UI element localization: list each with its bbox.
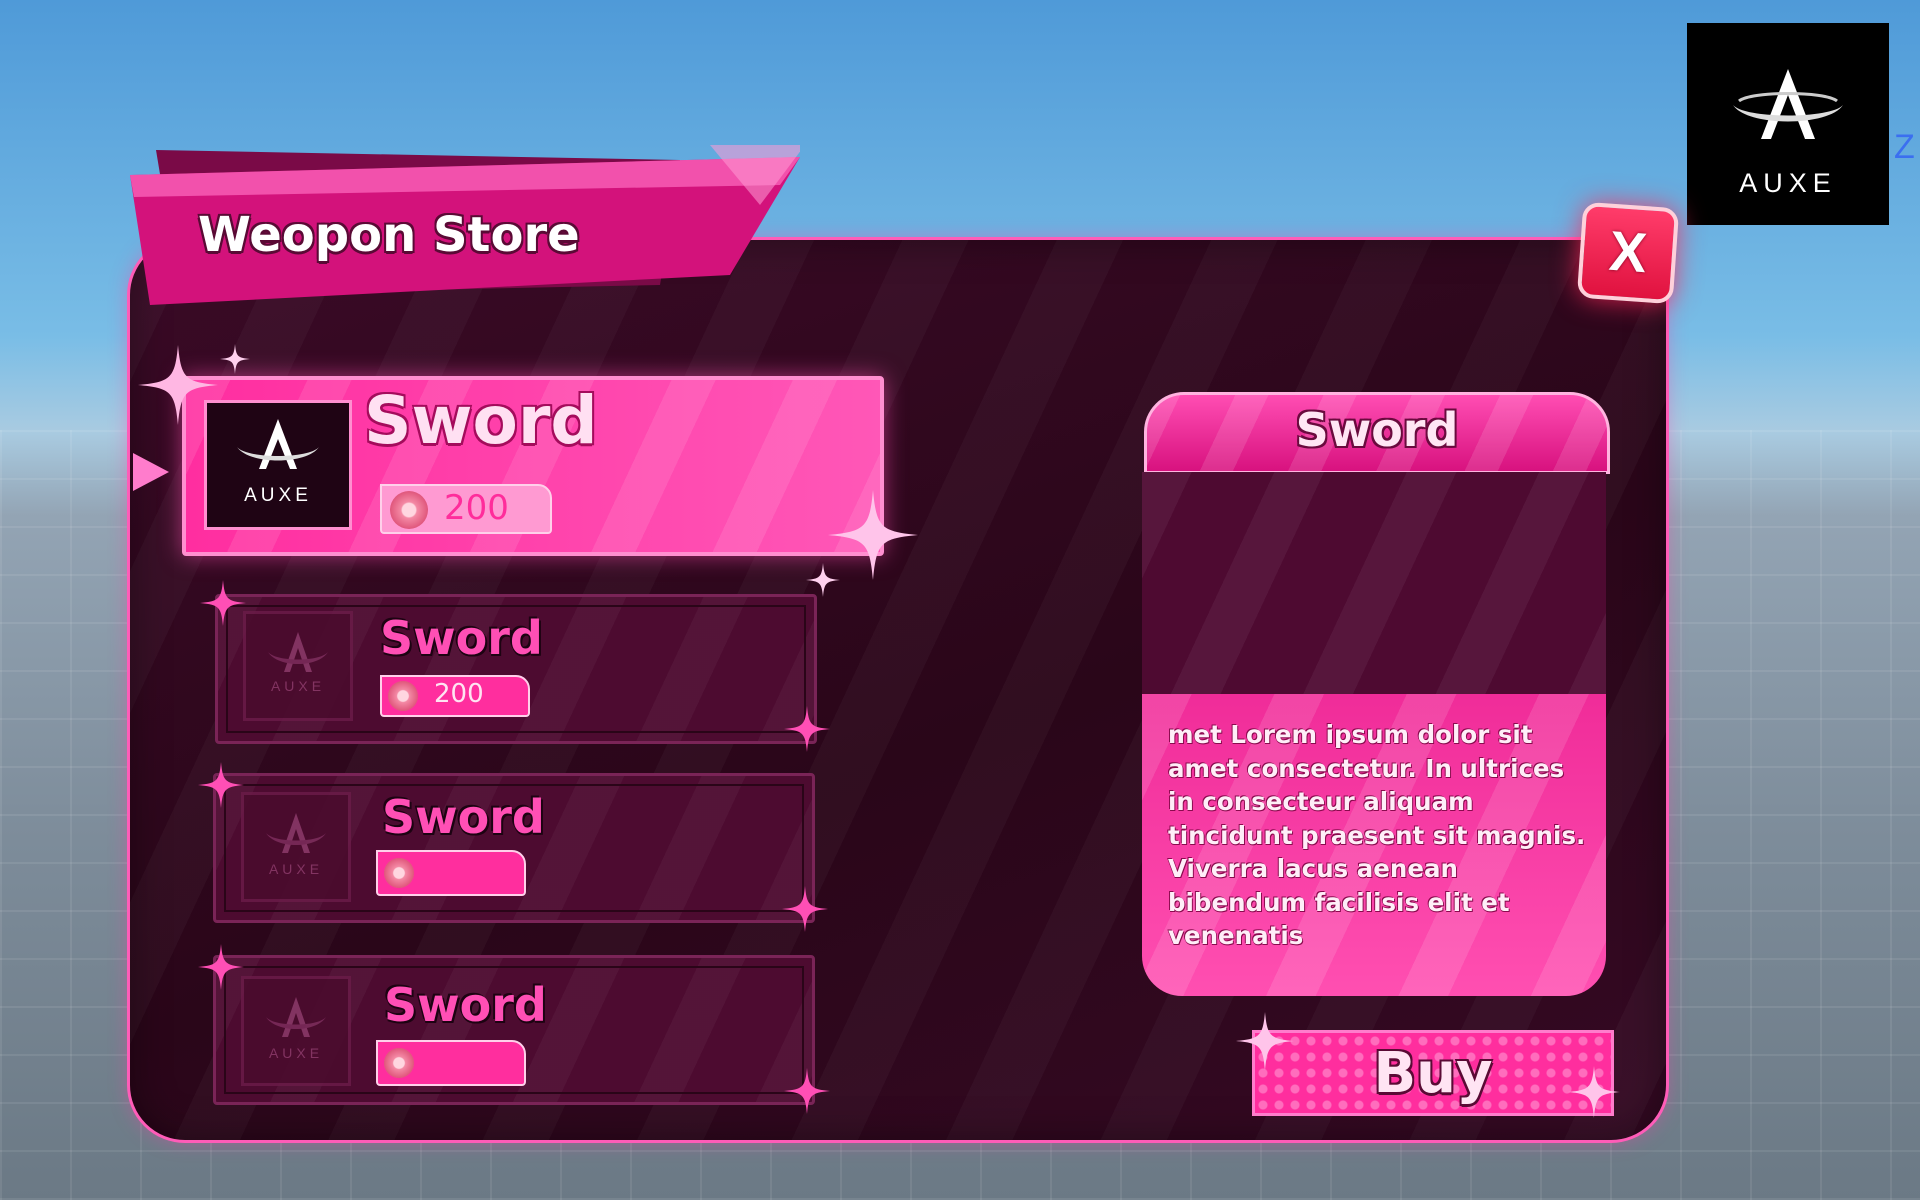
price-tag [376, 850, 526, 896]
auxe-logo: AUXE [1687, 23, 1889, 225]
auxe-logo-icon [266, 813, 326, 853]
item-thumbnail: AUXE [241, 976, 351, 1086]
detail-header: Sword [1144, 392, 1610, 474]
coin-icon [390, 491, 428, 529]
item-name: Sword [384, 978, 547, 1032]
thumb-wordmark: AUXE [270, 678, 326, 694]
coin-icon [388, 681, 418, 711]
item-thumbnail: AUXE [243, 611, 353, 721]
buy-label: Buy [1373, 1041, 1493, 1106]
detail-preview [1142, 472, 1606, 694]
store-item[interactable]: AUXE Sword [213, 773, 815, 923]
close-icon: X [1607, 218, 1649, 285]
edge-letter: Z [1894, 128, 1915, 166]
thumb-wordmark: AUXE [244, 485, 312, 506]
auxe-logo-icon [237, 419, 319, 469]
close-button[interactable]: X [1576, 201, 1680, 305]
item-thumbnail: AUXE [241, 792, 351, 902]
store-item[interactable]: AUXE Sword [213, 955, 815, 1105]
item-name: Sword [382, 790, 545, 844]
detail-title: Sword [1295, 403, 1459, 457]
auxe-logo-icon [266, 997, 326, 1037]
price-tag [376, 1040, 526, 1086]
pointer-icon [133, 453, 169, 491]
coin-icon [384, 858, 414, 888]
price-tag: 200 [380, 675, 530, 717]
price-value: 200 [434, 679, 484, 709]
item-thumbnail: AUXE [204, 400, 352, 530]
item-name: Sword [364, 382, 598, 459]
coin-icon [384, 1048, 414, 1078]
auxe-logo-icon [268, 632, 328, 672]
price-value: 200 [444, 488, 509, 528]
store-title: Weopon Store [198, 207, 580, 263]
thumb-wordmark: AUXE [268, 1045, 324, 1061]
buy-button[interactable]: Buy [1252, 1030, 1614, 1116]
detail-description-box: met Lorem ipsum dolor sit amet consectet… [1142, 694, 1606, 996]
thumb-wordmark: AUXE [268, 861, 324, 877]
logo-wordmark: AUXE [1739, 168, 1837, 198]
price-tag: 200 [380, 484, 552, 534]
store-item[interactable]: AUXE Sword 200 [182, 376, 884, 556]
store-item[interactable]: AUXE Sword 200 [215, 594, 817, 744]
item-name: Sword [380, 611, 543, 665]
auxe-logo-icon [1733, 69, 1843, 139]
detail-description: met Lorem ipsum dolor sit amet consectet… [1168, 720, 1586, 950]
